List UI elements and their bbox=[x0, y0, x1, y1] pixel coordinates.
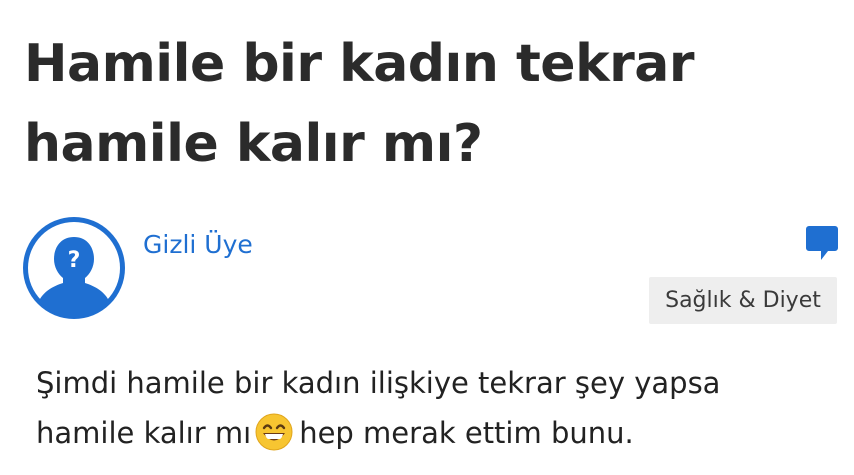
anonymous-user-avatar[interactable]: ? bbox=[23, 217, 125, 319]
category-label: Sağlık & Diyet bbox=[665, 288, 821, 313]
question-body-text-end: hep merak ettim bunu. bbox=[299, 416, 634, 450]
comment-icon[interactable] bbox=[806, 226, 838, 262]
author-name-link[interactable]: Gizli Üye bbox=[143, 228, 253, 262]
question-page: Hamile bir kadın tekrar hamile kalır mı?… bbox=[0, 0, 854, 475]
grinning-face-with-smiling-eyes-icon bbox=[255, 413, 293, 466]
anonymous-user-icon: ? bbox=[28, 222, 120, 318]
question-title: Hamile bir kadın tekrar hamile kalır mı? bbox=[24, 34, 695, 174]
question-body: Şimdi hamile bir kadın ilişkiye tekrar ş… bbox=[36, 358, 826, 466]
avatar-question-mark: ? bbox=[68, 248, 81, 273]
category-badge[interactable]: Sağlık & Diyet bbox=[649, 277, 837, 324]
